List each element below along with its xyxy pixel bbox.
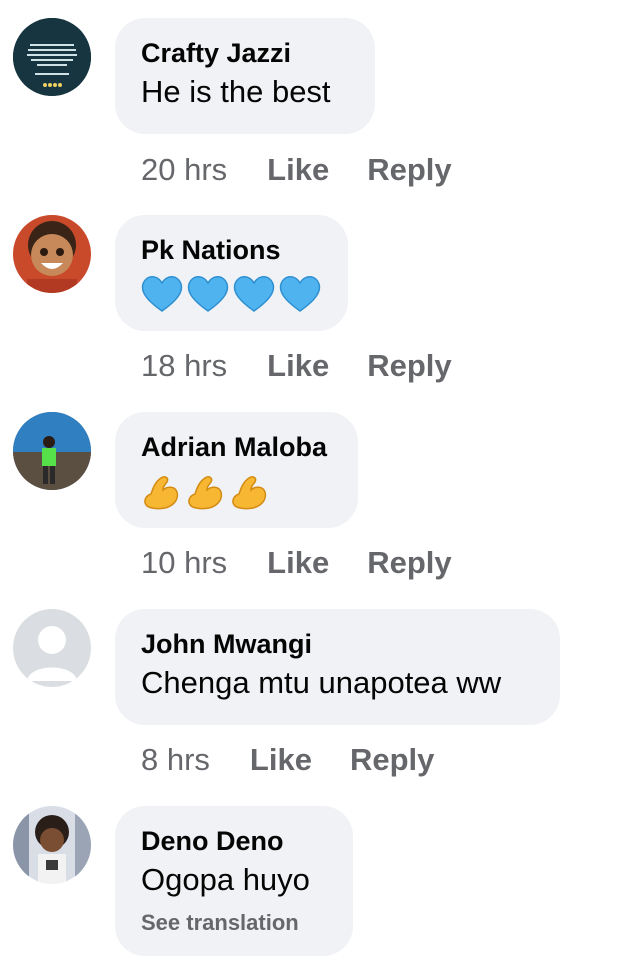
emoji-row [141,275,322,313]
comment-timestamp[interactable]: 8 hrs [141,742,210,778]
comment-author[interactable]: Pk Nations [141,233,322,267]
avatar[interactable] [13,806,91,884]
comment-bubble[interactable]: Deno Deno Ogopa huyo See translation [115,806,353,956]
comment-author[interactable]: Deno Deno [141,824,327,858]
comment-author[interactable]: Crafty Jazzi [141,36,349,70]
reply-button[interactable]: Reply [367,152,451,188]
reply-button[interactable]: Reply [367,348,451,384]
comment-bubble[interactable]: Crafty Jazzi He is the best [115,18,375,134]
comment-actions: 8 hrs Like Reply [141,740,434,780]
avatar-image [13,18,91,96]
flexed-biceps-icon [232,476,267,510]
avatar-image [13,412,91,490]
comment-actions: 20 hrs Like Reply [141,150,452,190]
avatar[interactable] [13,609,91,687]
emoji-row [141,472,332,512]
comment-text: Chenga mtu unapotea ww [141,665,502,700]
blue-heart-icon [141,276,183,312]
comment-text: Ogopa huyo [141,862,310,897]
avatar[interactable] [13,412,91,490]
like-button[interactable]: Like [267,348,329,384]
flexed-biceps-icon [188,476,223,510]
reply-button[interactable]: Reply [350,742,434,778]
blue-heart-icon [233,276,275,312]
like-button[interactable]: Like [267,545,329,581]
comment-bubble[interactable]: John Mwangi Chenga mtu unapotea ww [115,609,560,725]
flexed-biceps-icon [144,476,179,510]
comment-text: He is the best [141,74,331,109]
like-button[interactable]: Like [267,152,329,188]
comment-author[interactable]: John Mwangi [141,627,534,661]
blue-heart-icon [279,276,321,312]
comment-bubble[interactable]: Pk Nations [115,215,348,331]
avatar-image [13,215,91,293]
avatar-image [13,806,91,884]
comment-actions: 10 hrs Like Reply [141,543,452,583]
see-translation-link[interactable]: See translation [141,910,327,936]
reply-button[interactable]: Reply [367,545,451,581]
comment-timestamp[interactable]: 18 hrs [141,348,227,384]
comment-actions: 18 hrs Like Reply [141,346,452,386]
blue-heart-icon [187,276,229,312]
like-button[interactable]: Like [250,742,312,778]
comment-timestamp[interactable]: 10 hrs [141,545,227,581]
avatar[interactable] [13,215,91,293]
comment-author[interactable]: Adrian Maloba [141,430,332,464]
default-avatar-icon [13,609,91,687]
comment-timestamp[interactable]: 20 hrs [141,152,227,188]
avatar[interactable] [13,18,91,96]
comment-bubble[interactable]: Adrian Maloba [115,412,358,528]
